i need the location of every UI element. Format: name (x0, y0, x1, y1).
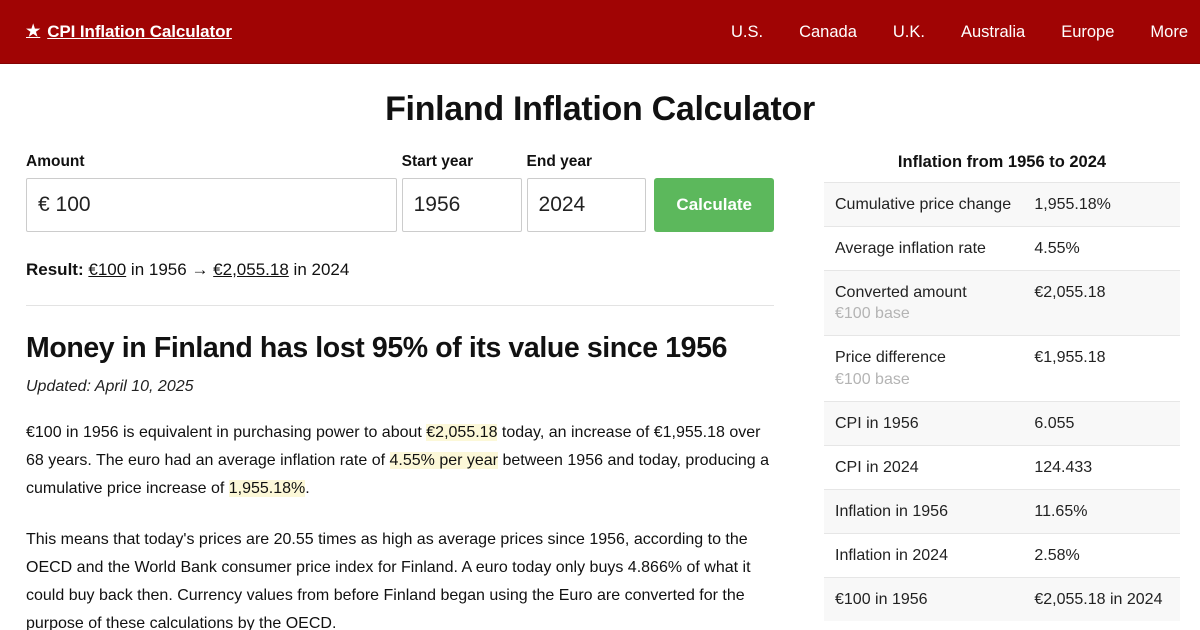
article-title: Money in Finland has lost 95% of its val… (26, 332, 728, 365)
row-value: 4.55% (1034, 240, 1080, 258)
article-paragraph-2: This means that today's prices are 20.55… (26, 531, 751, 630)
row-value: €1,955.18 (1034, 349, 1106, 367)
table-row: Cumulative price change 1,955.18% (824, 182, 1180, 227)
table-row: Inflation in 1956 11.65% (824, 489, 1180, 534)
result-from-text: in 1956 (130, 259, 187, 279)
article-paragraph-1: €100 in 1956 is equivalent in purchasing… (26, 419, 774, 503)
sidebar-title: Inflation from 1956 to 2024 (897, 153, 1107, 171)
row-value: 11.65% (1034, 502, 1088, 520)
nav-item-europe[interactable]: Europe (1043, 23, 1132, 42)
main-navigation: U.S. Canada U.K. Australia Europe More (713, 23, 1200, 42)
row-key-label: Converted amount (835, 284, 967, 302)
start-year-label: Start year (401, 153, 474, 170)
row-value: 1,955.18% (1034, 196, 1111, 213)
result-label: Result: (26, 259, 84, 279)
calculate-button[interactable]: Calculate (654, 177, 775, 232)
table-row: Converted amount €100 base €2,055.18 (824, 270, 1180, 336)
page-title: Finland Inflation Calculator (385, 90, 815, 128)
result-from-amount: €100 (88, 259, 127, 279)
inflation-calculator-form: Amount Start year End year Calculate (26, 153, 775, 232)
amount-input[interactable] (26, 177, 397, 232)
row-key-label: CPI in 2024 (835, 458, 919, 476)
p1-highlight-average-rate: 4.55% per year (389, 452, 499, 470)
table-row: CPI in 1956 6.055 (824, 401, 1180, 446)
start-year-field-group: Start year (401, 153, 522, 232)
main-column: Amount Start year End year Calculate Res… (0, 153, 800, 630)
content-columns: Amount Start year End year Calculate Res… (0, 153, 1200, 630)
row-value: €2,055.18 in 2024 (1034, 591, 1163, 609)
row-key-subtext: €100 base (835, 370, 910, 388)
end-year-label: End year (526, 153, 592, 170)
p1-seg1: €100 in 1956 is equivalent in purchasing… (26, 424, 427, 442)
page-root: ★ CPI Inflation Calculator U.S. Canada U… (0, 0, 1200, 630)
p1-highlight-cumulative-change: 1,955.18% (228, 480, 306, 498)
nav-item-canada[interactable]: Canada (781, 23, 875, 42)
row-key: €100 in 1956 (824, 578, 1023, 622)
row-key: Price difference €100 base (824, 336, 1023, 401)
site-header: ★ CPI Inflation Calculator U.S. Canada U… (0, 0, 1200, 64)
nav-item-australia[interactable]: Australia (943, 23, 1043, 42)
section-divider (26, 305, 774, 307)
row-value: €2,055.18 (1034, 284, 1106, 302)
p1-highlight-converted-amount: €2,055.18 (426, 424, 498, 442)
table-row: Inflation in 2024 2.58% (824, 533, 1180, 577)
table-row: CPI in 2024 124.433 (824, 445, 1180, 489)
inflation-summary-table: Cumulative price change 1,955.18% Averag… (824, 182, 1180, 622)
nav-item-more[interactable]: More (1132, 23, 1200, 42)
row-key: Inflation in 2024 (824, 533, 1023, 577)
table-row: €100 in 1956 €2,055.18 in 2024 (824, 577, 1180, 622)
row-key-label: Price difference (835, 349, 946, 367)
result-arrow-icon: → (191, 259, 209, 279)
row-key-subtext: €100 base (835, 305, 910, 323)
row-key: Average inflation rate (824, 227, 1023, 271)
end-year-field-group: End year (526, 153, 647, 232)
row-key-label: €100 in 1956 (835, 591, 928, 609)
result-line: Result: €100 in 1956 → €2,055.18 in 2024 (26, 258, 774, 282)
brand-label: CPI Inflation Calculator (47, 22, 232, 41)
table-row: Average inflation rate 4.55% (824, 226, 1180, 271)
row-key-label: Average inflation rate (835, 240, 986, 258)
row-key-label: Cumulative price change (835, 196, 1012, 213)
row-value: 2.58% (1034, 546, 1080, 564)
result-to-amount: €2,055.18 (213, 259, 289, 279)
p1-seg4: . (305, 480, 310, 498)
nav-item-us[interactable]: U.S. (713, 23, 781, 42)
row-key-label: Inflation in 2024 (835, 546, 948, 564)
row-key: CPI in 2024 (824, 445, 1023, 489)
row-key-label: CPI in 1956 (835, 414, 919, 432)
brand-logo-link[interactable]: ★ CPI Inflation Calculator (26, 22, 232, 42)
article-updated-date: Updated: April 10, 2025 (26, 378, 194, 396)
amount-label: Amount (26, 153, 85, 170)
result-to-text: in 2024 (293, 259, 350, 279)
row-key: Converted amount €100 base (824, 271, 1023, 336)
table-row: Price difference €100 base €1,955.18 (824, 335, 1180, 401)
amount-field-group: Amount (26, 153, 397, 232)
row-key: Cumulative price change (824, 183, 1023, 227)
sidebar-summary: Inflation from 1956 to 2024 Cumulative p… (800, 153, 1200, 622)
nav-item-uk[interactable]: U.K. (875, 23, 943, 42)
row-value: 6.055 (1034, 414, 1075, 432)
row-value: 124.433 (1034, 458, 1093, 476)
row-key-label: Inflation in 1956 (835, 502, 948, 520)
start-year-input[interactable] (401, 177, 522, 232)
row-key: Inflation in 1956 (824, 489, 1023, 533)
star-icon: ★ (26, 23, 41, 40)
row-key: CPI in 1956 (824, 401, 1023, 445)
end-year-input[interactable] (526, 177, 647, 232)
